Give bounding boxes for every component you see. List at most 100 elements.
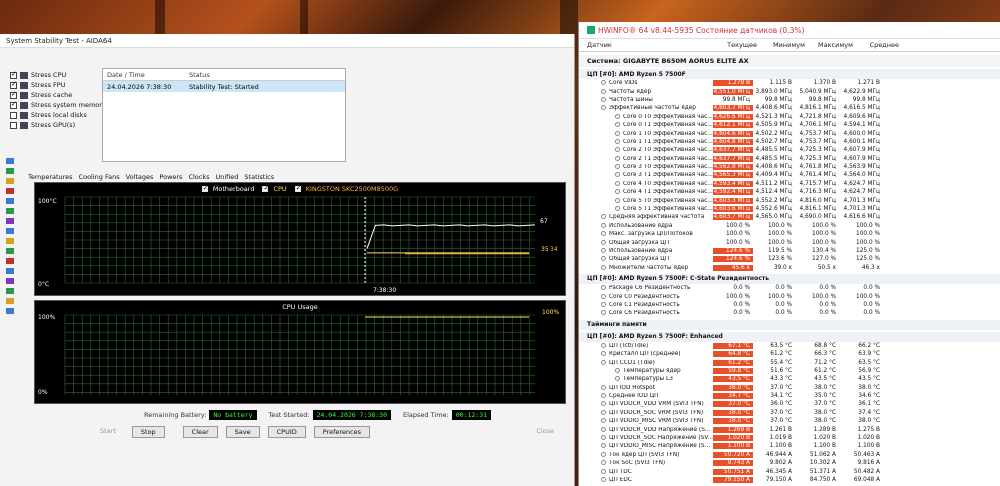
sensor-row[interactable]: Core 0 T1 Эффективная час... 4,612.1 МГц 4… [579, 121, 1000, 129]
col-max[interactable]: Максимум [805, 41, 853, 49]
checkbox[interactable] [10, 80, 17, 89]
sensor-row[interactable]: Использование ядра 100.0 % 100.0 % 100.0 % 1… [579, 222, 1000, 230]
sensor-row[interactable]: Core 2 T1 Эффективная час... 4,637.7 МГц 4… [579, 155, 1000, 163]
tree-node-icon[interactable] [6, 188, 14, 194]
tree-node-icon[interactable] [6, 248, 14, 254]
start-button[interactable]: Start [92, 426, 124, 438]
tree-node-icon[interactable] [6, 278, 14, 284]
sensor-row[interactable]: Core 4 T0 Эффективная час... 4,593.4 МГц 4… [579, 180, 1000, 188]
sensor-row[interactable]: ЦП VDDCR_VDD Напряжение (SV... 1.269 В 1.2… [579, 425, 1000, 433]
sensor-row[interactable]: Core VIDs 1.278 В 1.115 В 1.370 В 1.271 В [579, 79, 1000, 87]
sensor-row[interactable]: Макс. загрузка ЦП/Потоков 100.0 % 100.0 % 1… [579, 230, 1000, 238]
sensor-row[interactable]: Core 0 T0 Эффективная час... 4,626.6 МГц 4… [579, 113, 1000, 121]
sensor-row[interactable]: ЦП TDC 50.751 A 46.345 A 51.371 A 50.482 A [579, 467, 1000, 475]
sensor-row[interactable]: Core 3 T1 Эффективная час... 4,565.3 МГц 4… [579, 171, 1000, 179]
sensor-row[interactable]: Частоты ядер 4,551.0 МГц 3,893.0 МГц 5,040.… [579, 87, 1000, 95]
sensor-row[interactable]: Кристалл ЦП (среднее) 64.8 °C 61.2 °C 66.3 … [579, 350, 1000, 358]
sensor-row[interactable]: Частота шины 99.8 МГц 99.8 МГц 99.8 МГц 99.8… [579, 96, 1000, 104]
sensor-row[interactable]: Температуры ядер 59.8 °C 51.6 °C 61.2 °C 56.… [579, 367, 1000, 375]
sensor-group-header[interactable]: ЦП [#0]: AMD Ryzen 5 7500F: C-State Рези… [579, 273, 1000, 284]
sensor-section-header[interactable]: Система: GIGABYTE B650M AORUS ELITE AX [579, 55, 1000, 67]
sensor-row[interactable]: ЦП VDDIO_MISC VRM (SVI3 TFN) 38.0 °C 37.0 … [579, 417, 1000, 425]
stress-disks-option[interactable]: Stress local disks [10, 110, 102, 120]
sensor-row[interactable]: Core C1 Резидентность 0.0 % 0.0 % 0.0 % 0.0 … [579, 301, 1000, 309]
sensor-row[interactable]: ЦП CCD1 (Tdie) 61.2 °C 55.4 °C 71.2 °C 63.5 … [579, 358, 1000, 366]
tree-node-icon[interactable] [6, 268, 14, 274]
tree-node-icon[interactable] [6, 238, 14, 244]
sensor-row[interactable]: Core 3 T0 Эффективная час... 4,562.8 МГц 4… [579, 163, 1000, 171]
tree-node-icon[interactable] [6, 218, 14, 224]
sensor-row[interactable]: Ток ядер ЦП (SVI3 TFN) 50.720 A 46.944 A 51… [579, 451, 1000, 459]
tab-statistics[interactable]: Statistics [244, 173, 274, 181]
tab-unified[interactable]: Unified [216, 173, 239, 181]
tab-cooling-fans[interactable]: Cooling Fans [79, 173, 120, 181]
sensor-row[interactable]: Общая загрузка ЦП 100.0 % 100.0 % 100.0 % 10… [579, 238, 1000, 246]
col-avg[interactable]: Среднее [853, 41, 899, 49]
sensor-group-header[interactable]: ЦП [#0]: AMD Ryzen 5 7500F: Enhanced [579, 331, 1000, 342]
tree-node-icon[interactable] [6, 198, 14, 204]
stop-button[interactable]: Stop [131, 426, 165, 438]
col-min[interactable]: Минимум [757, 41, 805, 49]
stress-cpu-option[interactable]: Stress CPU [10, 70, 102, 80]
preferences-button[interactable]: Preferences [313, 426, 371, 438]
tab-temperatures[interactable]: Temperatures [28, 173, 73, 181]
sensor-row[interactable]: Core 1 T0 Эффективная час... 4,604.6 МГц 4… [579, 129, 1000, 137]
stress-fpu-option[interactable]: Stress FPU [10, 80, 102, 90]
tree-node-icon[interactable] [6, 298, 14, 304]
close-button[interactable]: Close [528, 426, 562, 438]
checkbox[interactable] [10, 111, 17, 119]
sensor-row[interactable]: Температуры L3 43.5 °C 43.3 °C 43.5 °C 43.5 … [579, 375, 1000, 383]
sensor-row[interactable]: Общая загрузка ЦП 124.6 % 123.6 % 127.0 % 12… [579, 255, 1000, 263]
sensor-row[interactable]: ЦП VDDCR_SOC VRM (SVI3 TFN) 38.0 °C 37.0 °… [579, 409, 1000, 417]
clear-button[interactable]: Clear [182, 426, 218, 438]
tab-clocks[interactable]: Clocks [188, 173, 209, 181]
sensor-row[interactable]: ЦП IOD Hotspot 38.0 °C 37.0 °C 38.0 °C 38.0 … [579, 384, 1000, 392]
col-sensor[interactable]: Датчик [579, 41, 713, 49]
sensor-row[interactable]: Core C0 Резидентность 100.0 % 100.0 % 100.0… [579, 292, 1000, 300]
tab-voltages[interactable]: Voltages [126, 173, 154, 181]
sensor-row[interactable]: Ток SoC (SVI3 TFN) 9.743 A 9.802 A 10.302 A… [579, 459, 1000, 467]
tab-powers[interactable]: Powers [159, 173, 182, 181]
stress-gpu-option[interactable]: Stress GPU(s) [10, 120, 102, 130]
sensor-row[interactable]: Core 2 T0 Эффективная час... 4,637.7 МГц 4… [579, 146, 1000, 154]
tree-node-icon[interactable] [6, 168, 14, 174]
sensor-row[interactable]: Core 1 T1 Эффективная час... 4,604.8 МГц 4… [579, 138, 1000, 146]
tree-node-icon[interactable] [6, 228, 14, 234]
checkbox[interactable] [10, 70, 17, 79]
tree-node-icon[interactable] [6, 258, 14, 264]
sensor-row[interactable]: ЦП (Tctl/Tdie) 67.1 °C 63.5 °C 68.8 °C 66.2 … [579, 342, 1000, 350]
sensor-row[interactable]: Core 4 T1 Эффективная час... 4,592.4 МГц 4… [579, 188, 1000, 196]
stress-cache-option[interactable]: Stress cache [10, 90, 102, 100]
sensor-row[interactable]: Core 5 T1 Эффективная час... 4,603.6 МГц 4… [579, 205, 1000, 213]
sensor-group-header[interactable]: ЦП [#0]: AMD Ryzen 5 7500F [579, 69, 1000, 79]
save-button[interactable]: Save [225, 426, 260, 438]
log-col-status[interactable]: Status [185, 69, 214, 80]
col-current[interactable]: Текущее [713, 41, 757, 49]
tree-node-icon[interactable] [6, 178, 14, 184]
current-value: 9.743 A [713, 460, 753, 467]
sensor-row[interactable]: ЦП VDDIO_MISC Напряжение (SV... 1.100 В 1.… [579, 442, 1000, 450]
log-row[interactable]: 24.04.2026 7:38:30 Stability Test: Start… [103, 81, 345, 92]
cpuid-button[interactable]: CPUID [267, 426, 306, 438]
tree-node-icon[interactable] [6, 308, 14, 314]
log-col-datetime[interactable]: Date / Time [103, 69, 185, 80]
tree-node-icon[interactable] [6, 158, 14, 164]
sensor-row[interactable]: ЦП VDDCR_VDD VRM (SVI3 TFN) 37.0 °C 36.0 °… [579, 400, 1000, 408]
sensor-row[interactable]: Множители частоты ядер 45.6 x 39.0 x 50.5 x… [579, 264, 1000, 272]
sensor-row[interactable]: Package C6 Резидентность 0.0 % 0.0 % 0.0 % 0… [579, 284, 1000, 292]
sensor-row[interactable]: ЦП VDDCR_SOC Напряжение (SV... 1.020 В 1.0… [579, 434, 1000, 442]
sensor-row[interactable]: Средняя эффективная частота 4,603.7 МГц 4,… [579, 213, 1000, 221]
tree-node-icon[interactable] [6, 208, 14, 214]
sensor-row[interactable]: Среднее IOD ЦП 34.7 °C 34.1 °C 35.0 °C 34.6 … [579, 392, 1000, 400]
checkbox[interactable] [10, 100, 17, 109]
tree-node-icon[interactable] [6, 288, 14, 294]
stress-memory-option[interactable]: Stress system memory [10, 100, 106, 110]
sensor-group-header[interactable]: Тайминги памяти [579, 319, 1000, 330]
sensor-row[interactable]: Эффективные частоты ядер 4,603.7 МГц 4,408… [579, 104, 1000, 112]
sensor-row[interactable]: Core C6 Резидентность 0.0 % 0.0 % 0.0 % 0.0 … [579, 309, 1000, 317]
checkbox[interactable] [10, 90, 17, 99]
checkbox[interactable] [10, 121, 17, 129]
sensor-row[interactable]: Использование ядра 124.6 % 119.5 % 130.4 % 1… [579, 247, 1000, 255]
sensor-row[interactable]: Core 5 T0 Эффективная час... 4,603.3 МГц 4… [579, 196, 1000, 204]
sensor-row[interactable]: ЦП EDC 79.150 A 79.150 A 84.750 A 69.048 A [579, 476, 1000, 484]
